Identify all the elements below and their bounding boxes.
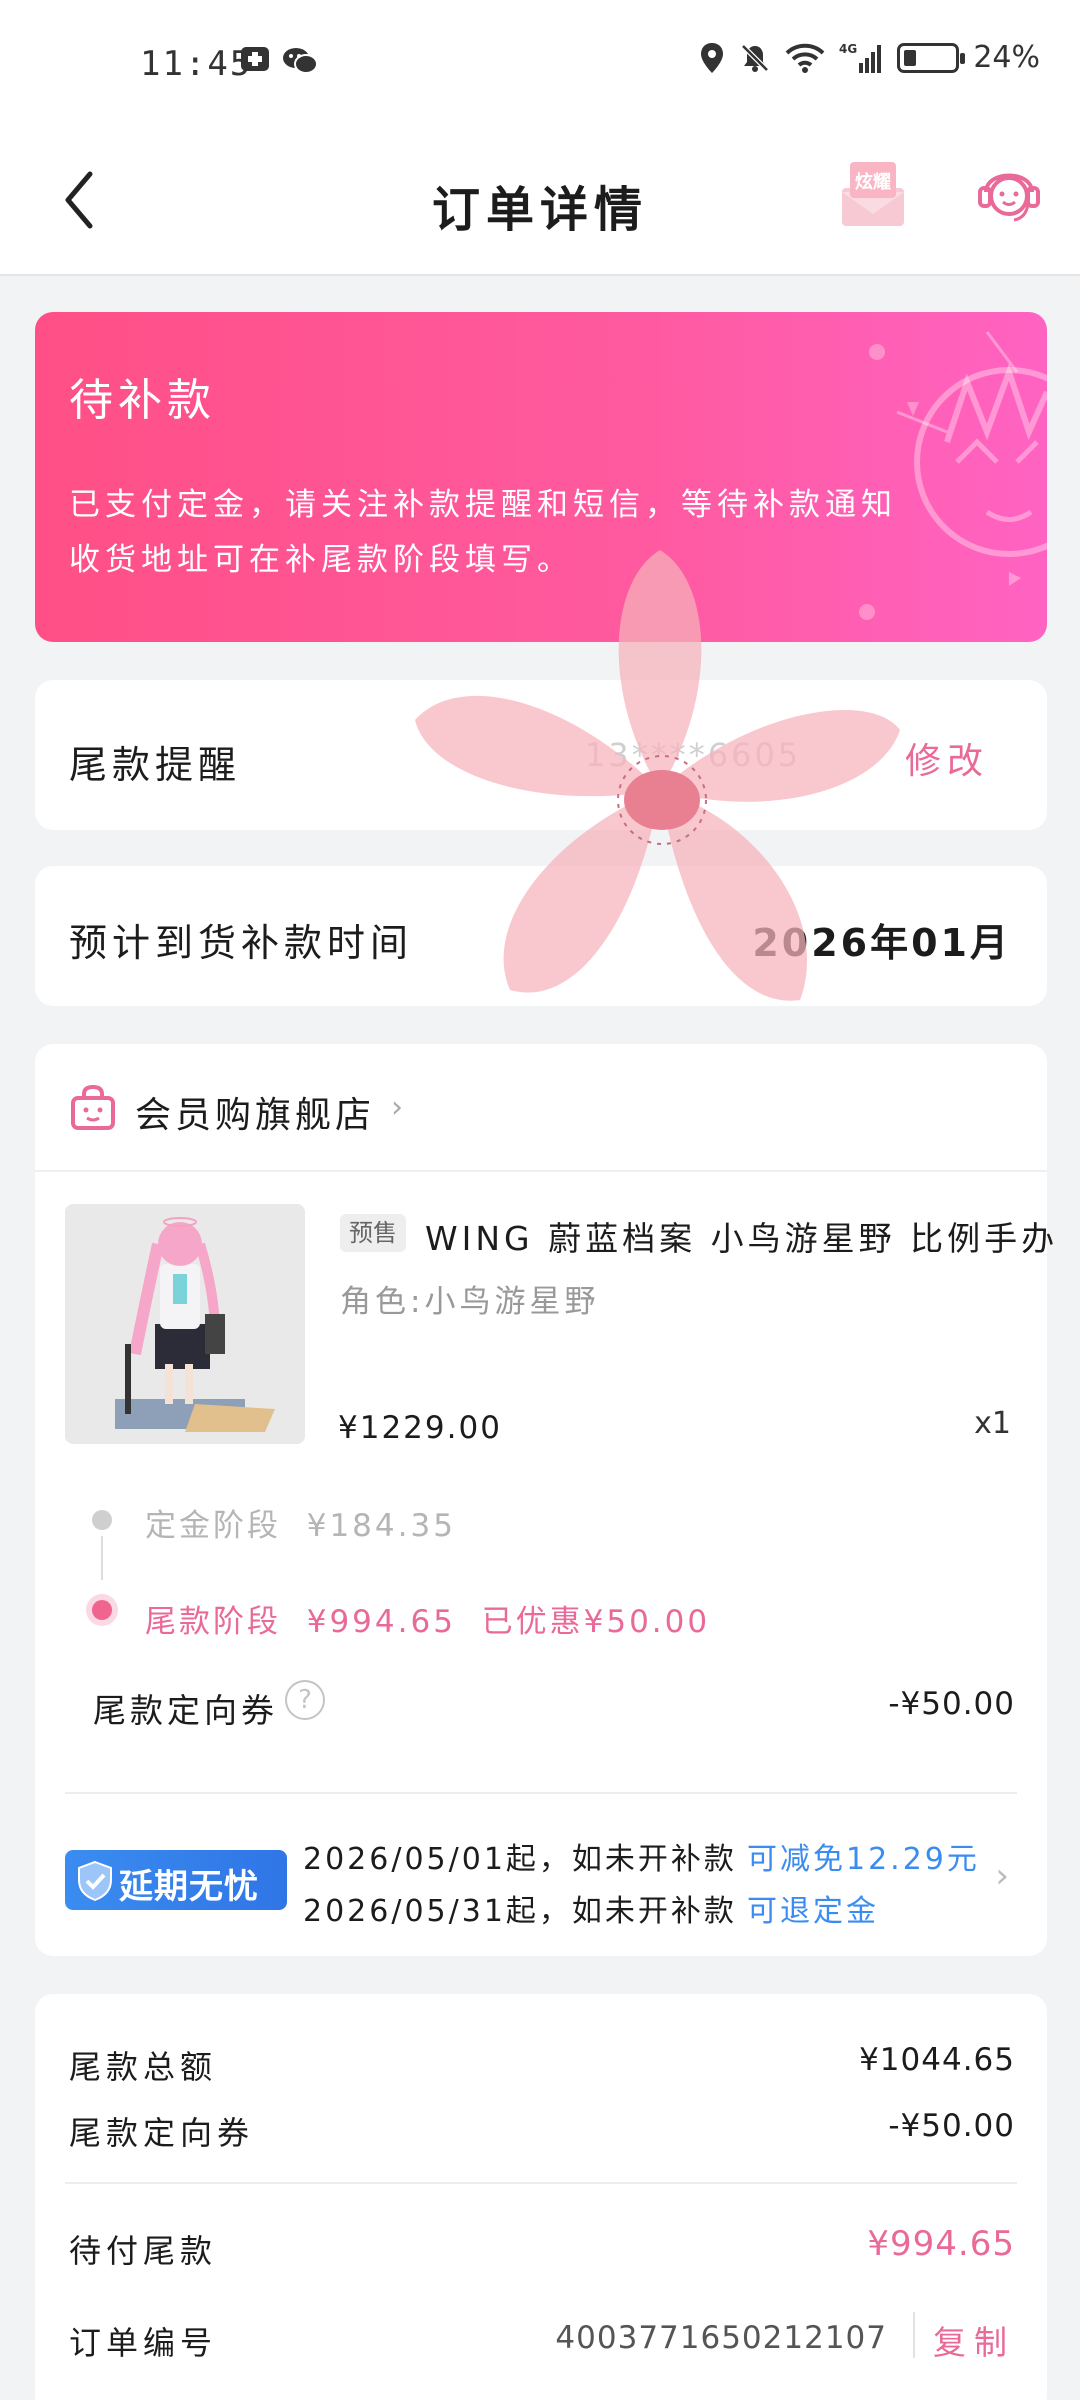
status-bar: 11:45 4G 24% bbox=[0, 0, 1080, 130]
delay-link-2[interactable]: 可退定金 bbox=[747, 1886, 879, 1930]
svg-text:4G: 4G bbox=[839, 42, 857, 56]
battery-icon bbox=[897, 42, 966, 73]
deposit-stage: 定金阶段 ¥184.35 bbox=[145, 1500, 456, 1545]
deposit-amount: ¥184.35 bbox=[306, 1508, 456, 1544]
summary-coupon-label: 尾款定向券 bbox=[69, 2114, 255, 2152]
location-icon bbox=[701, 42, 724, 73]
product-title[interactable]: WING 蔚蓝档案 小鸟游星野 比例手办 bbox=[425, 1212, 1058, 1260]
page-title: 订单详情 bbox=[431, 182, 648, 238]
modify-reminder-button[interactable]: 修改 bbox=[905, 732, 989, 784]
due-label: 待付尾款 bbox=[69, 2232, 218, 2270]
status-notification-icons bbox=[240, 46, 318, 76]
product-price: ¥1229.00 bbox=[338, 1410, 502, 1446]
chevron-right-icon: › bbox=[391, 1090, 403, 1125]
arrival-label: 预计到货补款时间 bbox=[69, 921, 414, 965]
delay-link-1[interactable]: 可减免12.29元 bbox=[747, 1834, 980, 1878]
coupon-label: 尾款定向券 bbox=[93, 1691, 278, 1730]
order-card: 会员购旗舰店 › 预售 WING 蔚蓝档案 小鸟游星野 比例手办 角色:小鸟游星… bbox=[35, 1044, 1054, 1956]
final-stage-label: 尾款阶段 bbox=[145, 1604, 281, 1640]
delay-guarantee-label: 延期无忧 bbox=[119, 1867, 259, 1907]
flaunt-share-button[interactable]: 炫耀 bbox=[838, 158, 908, 230]
help-icon[interactable]: ? bbox=[285, 1680, 325, 1720]
banner-mascot-decoration bbox=[859, 331, 1047, 620]
final-amount: ¥994.65 bbox=[306, 1604, 456, 1640]
delay-line-2: 2026/05/31起，如未开补款 bbox=[303, 1894, 737, 1929]
wifi-icon bbox=[785, 43, 825, 73]
shop-row[interactable]: 会员购旗舰店 › bbox=[35, 1044, 1047, 1172]
shop-bag-icon bbox=[71, 1084, 115, 1130]
order-number-label: 订单编号 bbox=[69, 2324, 218, 2362]
status-system-icons: 4G 24% bbox=[699, 40, 1040, 75]
health-app-icon bbox=[241, 47, 269, 71]
arrival-value: 2026年01月 bbox=[752, 921, 1011, 965]
deposit-stage-label: 定金阶段 bbox=[145, 1508, 281, 1544]
product-image[interactable] bbox=[65, 1204, 305, 1444]
divider bbox=[65, 2182, 1017, 2184]
final-discount: 已优惠¥50.00 bbox=[481, 1604, 711, 1640]
deposit-stage-dot bbox=[92, 1510, 112, 1530]
order-status-title: 待补款 bbox=[69, 375, 216, 426]
final-stage: 尾款阶段 ¥994.65 已优惠¥50.00 bbox=[145, 1596, 710, 1641]
divider bbox=[65, 1792, 1017, 1794]
customer-service-icon[interactable] bbox=[976, 156, 1042, 232]
shop-name: 会员购旗舰店 bbox=[135, 1095, 376, 1136]
coupon-value: -¥50.00 bbox=[888, 1686, 1015, 1722]
flaunt-label: 炫耀 bbox=[855, 171, 891, 193]
copy-button[interactable]: 复制 bbox=[933, 2316, 1015, 2364]
reminder-phone: 13****6605 bbox=[585, 736, 802, 774]
presale-tag: 预售 bbox=[340, 1214, 406, 1252]
order-number: 4003771650212107 bbox=[555, 2320, 887, 2356]
mute-icon bbox=[741, 43, 770, 72]
stage-connector bbox=[101, 1536, 103, 1580]
due-value: ¥994.65 bbox=[867, 2224, 1015, 2264]
shield-icon bbox=[78, 1860, 112, 1902]
product-spec: 角色:小鸟游星野 bbox=[340, 1284, 600, 1320]
status-time: 11:45 bbox=[140, 44, 253, 84]
product-quantity: x1 bbox=[974, 1406, 1011, 1441]
delay-line-1: 2026/05/01起，如未开补款 bbox=[303, 1842, 737, 1877]
arrival-payment-time-row: 预计到货补款时间 2026年01月 bbox=[35, 866, 1047, 1006]
status-banner: 待补款 已支付定金，请关注补款提醒和短信，等待补款通知 收货地址可在补尾款阶段填… bbox=[35, 312, 1047, 642]
nav-header: 订单详情 炫耀 bbox=[0, 130, 1080, 276]
delay-guarantee-badge: 延期无忧 bbox=[65, 1850, 287, 1910]
battery-percent: 24% bbox=[973, 40, 1040, 75]
final-stage-dot bbox=[92, 1600, 112, 1620]
figure-illustration bbox=[115, 1217, 275, 1432]
wechat-icon bbox=[283, 48, 318, 74]
chevron-right-icon: › bbox=[995, 1856, 1009, 1896]
payment-summary-card: 尾款总额 ¥1044.65 尾款定向券 -¥50.00 待付尾款 ¥994.65… bbox=[35, 1994, 1047, 2400]
reminder-label: 尾款提醒 bbox=[69, 743, 242, 787]
final-payment-reminder-row[interactable]: 尾款提醒 13****6605 修改 bbox=[35, 680, 1047, 830]
summary-coupon-value: -¥50.00 bbox=[888, 2108, 1015, 2144]
total-label: 尾款总额 bbox=[69, 2048, 218, 2086]
copy-separator bbox=[913, 2312, 915, 2358]
cellular-signal-icon: 4G bbox=[839, 42, 882, 73]
total-value: ¥1044.65 bbox=[859, 2042, 1015, 2078]
